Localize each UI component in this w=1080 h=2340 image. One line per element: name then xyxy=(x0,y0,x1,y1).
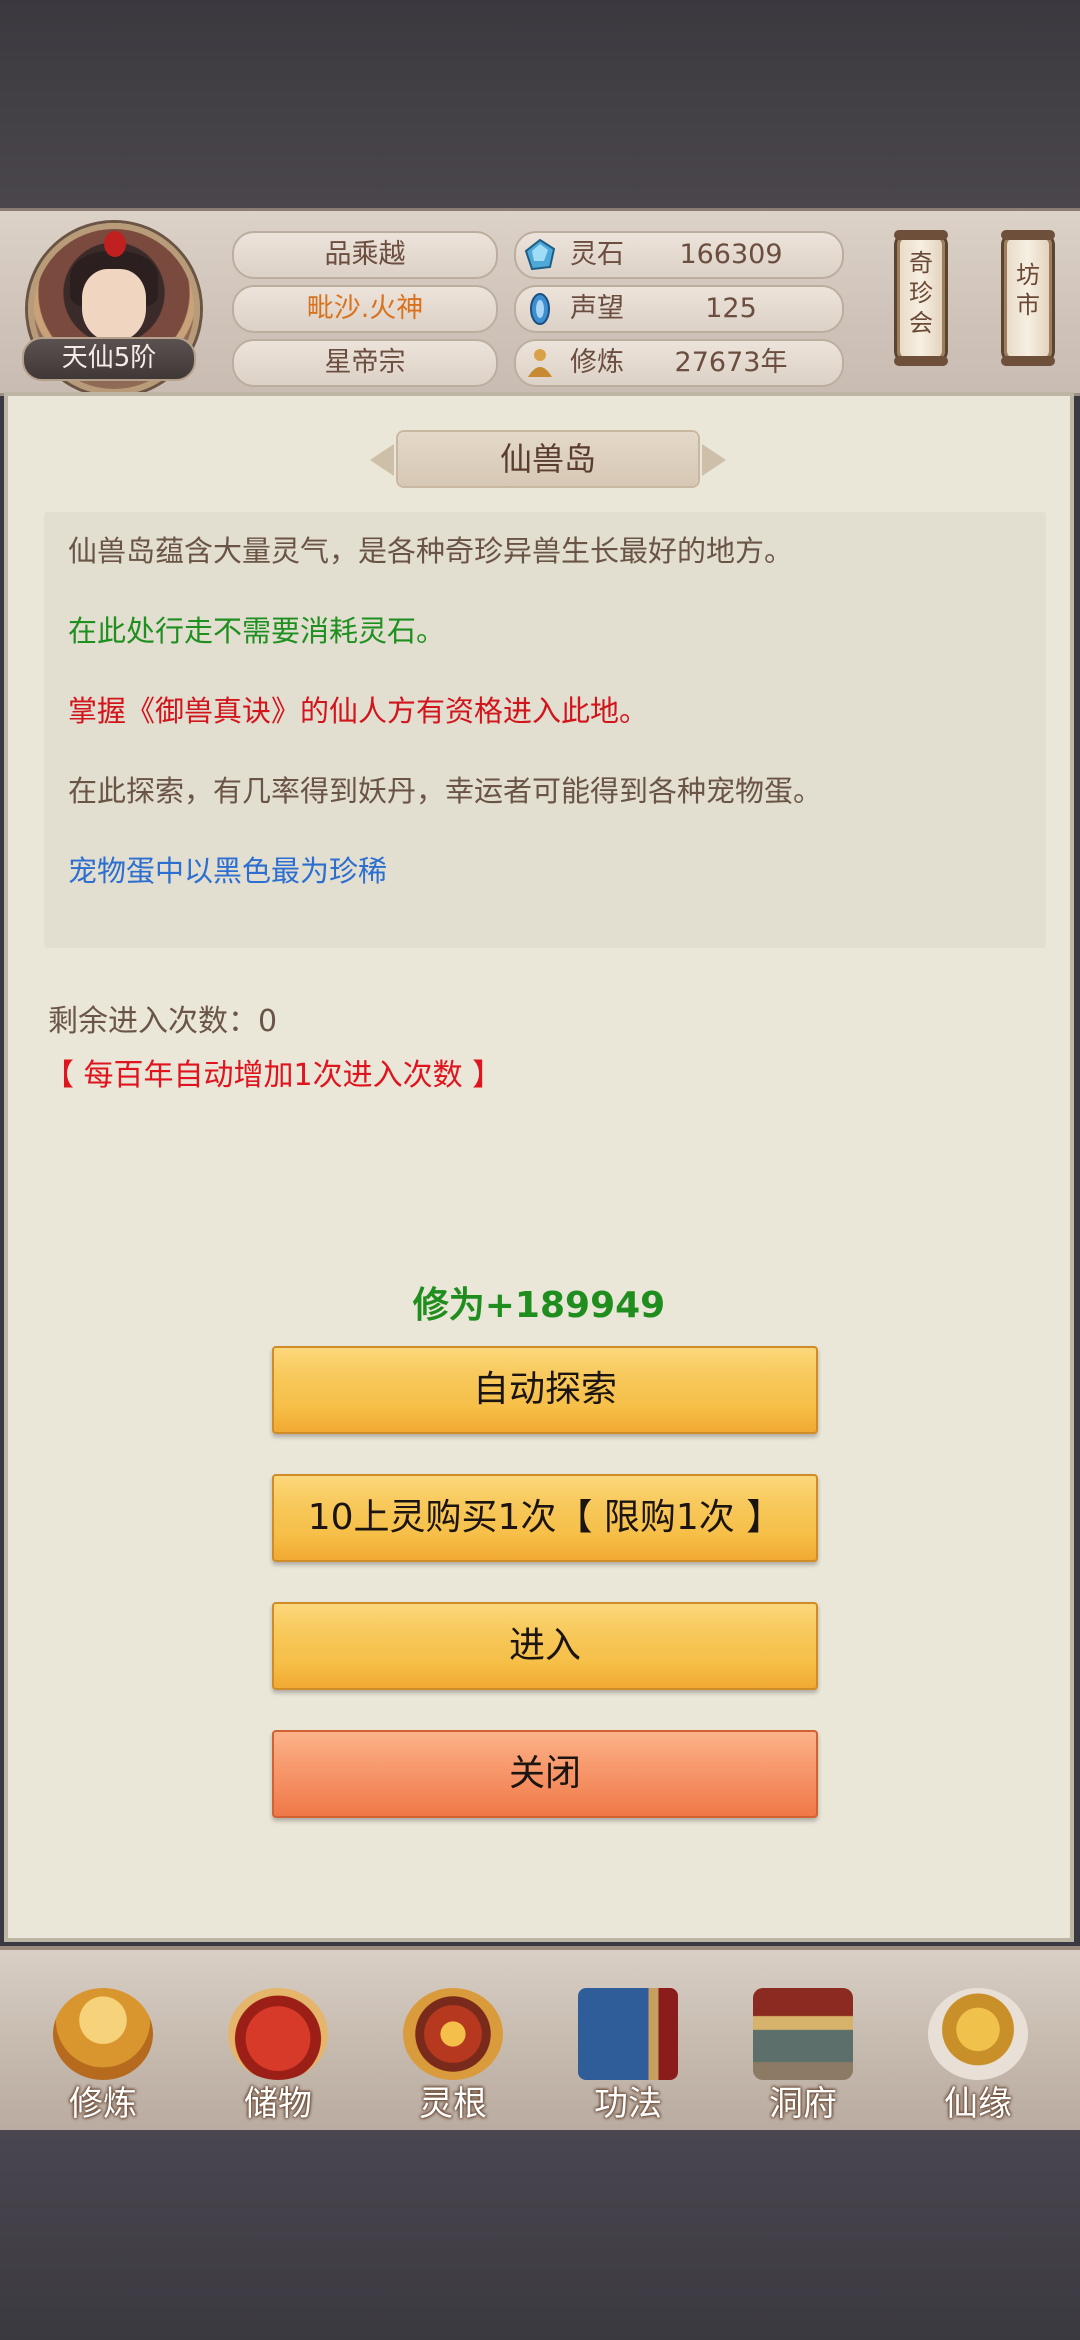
entry-bonus-note: 【 每百年自动增加1次进入次数 】 xyxy=(44,1058,503,1093)
player-title: 毗沙.火神 xyxy=(232,285,498,333)
player-header: 天仙5阶 品乘越 毗沙.火神 星帝宗 灵石 166309 声望 125 修炼 2… xyxy=(0,208,1080,396)
scroll-cap-top xyxy=(894,230,948,240)
nav-label: 洞府 xyxy=(769,2084,837,2124)
scroll-cap-top xyxy=(1001,230,1055,240)
panel-title: 仙兽岛 xyxy=(499,440,596,478)
cave-mansion-icon xyxy=(753,1988,853,2080)
nav-label: 灵根 xyxy=(419,2084,487,2124)
cultivate-icon xyxy=(53,1988,153,2080)
treasure-fair-button[interactable]: 奇 珍 会 xyxy=(894,230,948,366)
spirit-root-icon xyxy=(403,1988,503,2080)
cultivation-icon xyxy=(528,349,552,377)
nav-item-immortal-fate[interactable]: 仙缘 xyxy=(893,1950,1063,2134)
scroll-char: 坊 xyxy=(1016,261,1040,289)
close-button[interactable]: 关闭 xyxy=(272,1730,818,1818)
nav-item-technique[interactable]: 功法 xyxy=(543,1950,713,2134)
storage-bag-icon xyxy=(228,1988,328,2080)
scroll-char: 会 xyxy=(909,309,933,337)
resource-label: 声望 xyxy=(570,293,624,324)
resource-cultivation: 修炼 27673年 xyxy=(514,339,844,387)
scroll-cap-bottom xyxy=(894,356,948,366)
player-sect: 星帝宗 xyxy=(232,339,498,387)
nav-label: 仙缘 xyxy=(944,2084,1012,2124)
nav-item-cave[interactable]: 洞府 xyxy=(718,1950,888,2134)
nav-item-storage[interactable]: 储物 xyxy=(193,1950,363,2134)
description-line: 宠物蛋中以黑色最为珍稀 xyxy=(68,854,388,888)
auto-explore-button[interactable]: 自动探索 xyxy=(272,1346,818,1434)
resource-prestige: 声望 125 xyxy=(514,285,844,333)
prestige-icon xyxy=(530,293,550,325)
chevron-left-icon xyxy=(370,444,394,476)
nav-label: 功法 xyxy=(594,2084,662,2124)
description-line: 在此探索，有几率得到妖丹，幸运者可能得到各种宠物蛋。 xyxy=(68,774,823,808)
resource-label: 修炼 xyxy=(570,347,624,378)
enter-button[interactable]: 进入 xyxy=(272,1602,818,1690)
description-line: 仙兽岛蕴含大量灵气，是各种奇珍异兽生长最好的地方。 xyxy=(68,534,794,568)
immortal-fate-icon xyxy=(928,1988,1028,2080)
resource-value: 27673年 xyxy=(674,347,788,378)
nav-item-cultivate[interactable]: 修炼 xyxy=(18,1950,188,2134)
realm-badge: 天仙5阶 xyxy=(22,337,196,381)
scroll-char: 奇 xyxy=(909,249,933,277)
scroll-cap-bottom xyxy=(1001,356,1055,366)
nav-label: 储物 xyxy=(244,2084,312,2124)
remaining-entries: 剩余进入次数：0 xyxy=(48,1004,278,1039)
resource-value: 166309 xyxy=(679,239,783,270)
nav-item-spirit-root[interactable]: 灵根 xyxy=(368,1950,538,2134)
top-backdrop xyxy=(0,0,1080,210)
avatar-hair-bun xyxy=(104,231,126,257)
bottom-backdrop xyxy=(0,2130,1080,2340)
chevron-right-icon xyxy=(702,444,726,476)
reward-text: 修为+189949 xyxy=(412,1285,666,1326)
technique-book-icon xyxy=(578,1988,678,2080)
player-name: 品乘越 xyxy=(232,231,498,279)
resource-label: 灵石 xyxy=(570,239,624,270)
description-line: 掌握《御兽真诀》的仙人方有资格进入此地。 xyxy=(68,694,649,728)
description-line: 在此处行走不需要消耗灵石。 xyxy=(68,614,446,648)
avatar-face xyxy=(82,269,146,341)
description-box: 仙兽岛蕴含大量灵气，是各种奇珍异兽生长最好的地方。 在此处行走不需要消耗灵石。 … xyxy=(44,512,1046,948)
scroll-char: 珍 xyxy=(909,279,933,307)
nav-label: 修炼 xyxy=(69,2084,137,2124)
scroll-char: 市 xyxy=(1016,291,1040,319)
market-button[interactable]: 坊 市 xyxy=(1001,230,1055,366)
location-panel: 仙兽岛 仙兽岛蕴含大量灵气，是各种奇珍异兽生长最好的地方。 在此处行走不需要消耗… xyxy=(4,392,1074,1942)
spirit-stone-icon xyxy=(524,239,556,271)
resource-value: 125 xyxy=(705,293,757,324)
buy-entry-button[interactable]: 10上灵购买1次【 限购1次 】 xyxy=(272,1474,818,1562)
resource-spirit-stone: 灵石 166309 xyxy=(514,231,844,279)
bottom-nav: 修炼 储物 灵根 功法 洞府 仙缘 xyxy=(0,1946,1080,2138)
